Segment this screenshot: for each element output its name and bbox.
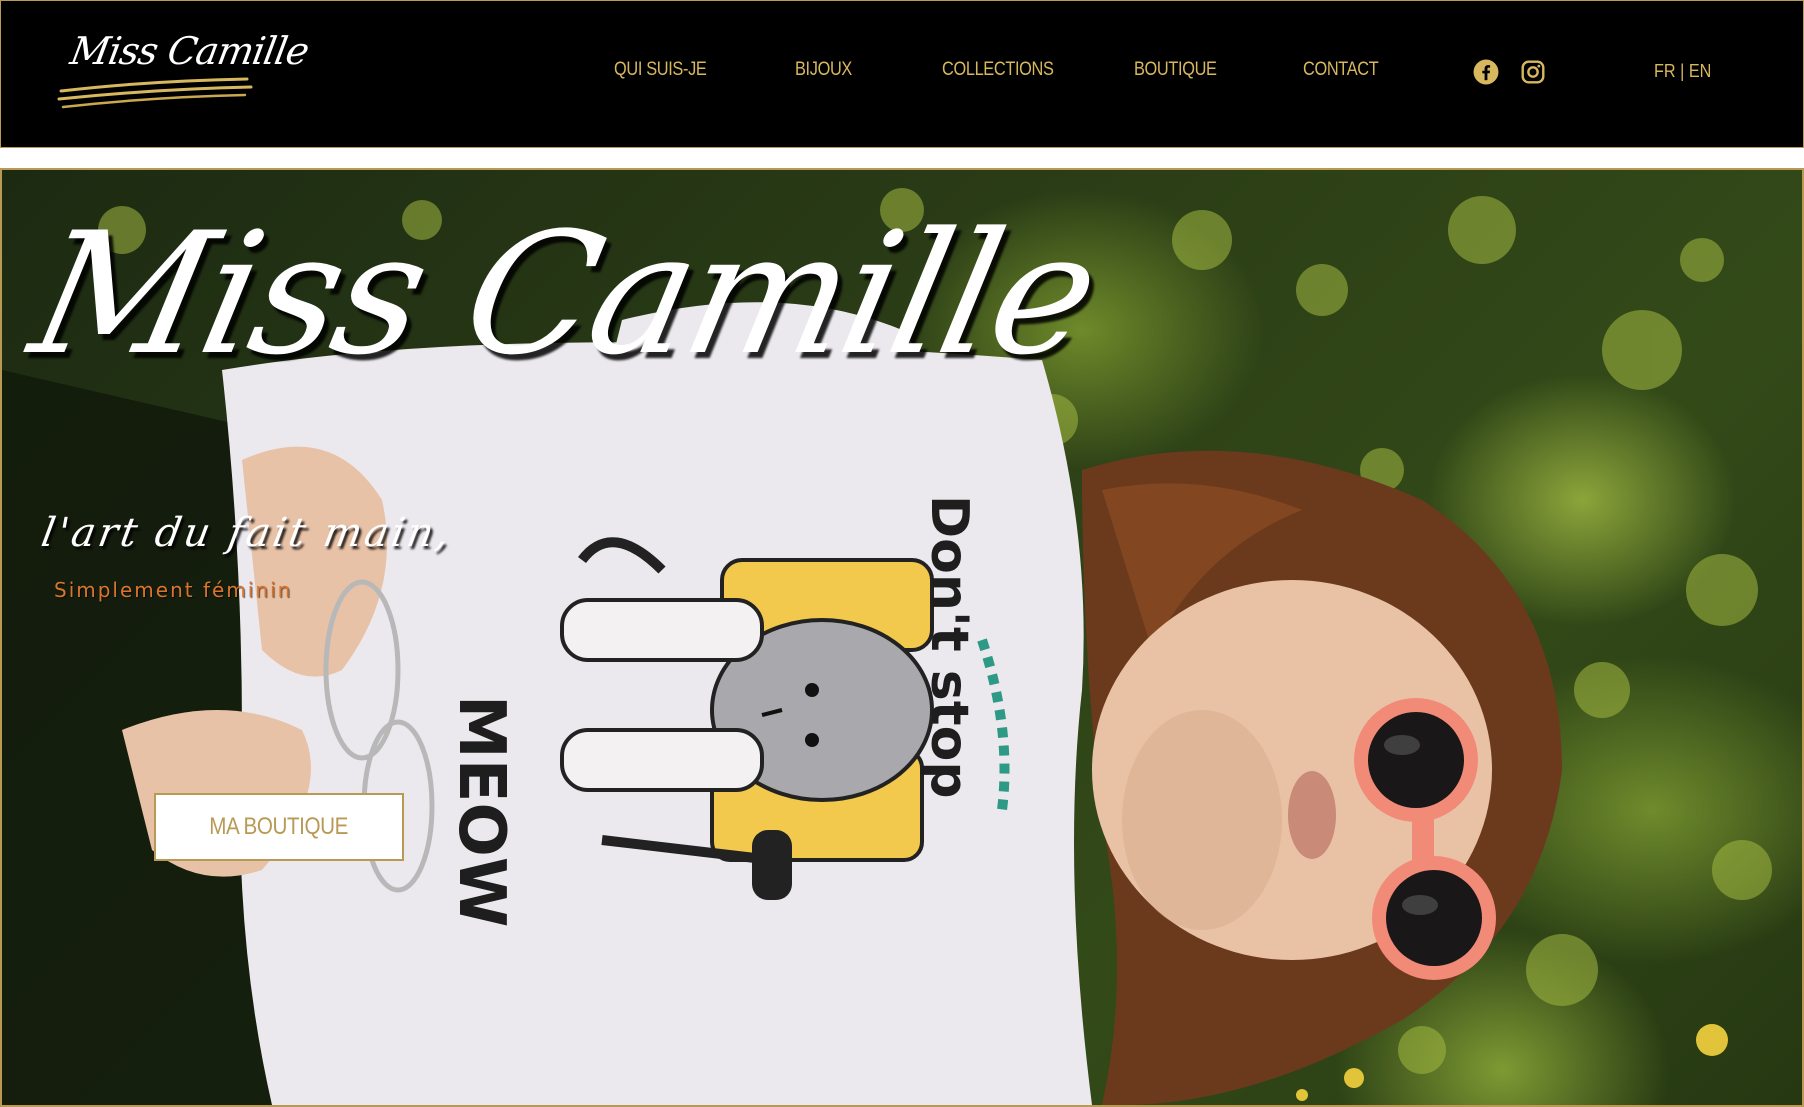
nav-boutique[interactable]: BOUTIQUE — [1134, 59, 1217, 81]
lang-en[interactable]: EN — [1689, 61, 1712, 81]
facebook-icon[interactable] — [1473, 59, 1499, 85]
nav-collections[interactable]: COLLECTIONS — [942, 59, 1054, 81]
site-header: Miss Camille QUI SUIS-JE BIJOUX COLLECTI… — [0, 0, 1804, 148]
ma-boutique-button[interactable]: MA BOUTIQUE — [154, 793, 404, 861]
nav-bijoux[interactable]: BIJOUX — [795, 59, 852, 81]
language-switcher: FR | EN — [1654, 61, 1711, 82]
site-logo[interactable]: Miss Camille — [57, 27, 312, 117]
instagram-icon[interactable] — [1520, 59, 1546, 85]
lang-fr[interactable]: FR — [1654, 61, 1676, 81]
lang-separator: | — [1675, 61, 1689, 81]
logo-underline-strokes — [57, 77, 253, 109]
hero-section: MEOW Don't stop Miss Camille l'art du fa… — [0, 168, 1804, 1107]
ma-boutique-button-label: MA BOUTIQUE — [209, 813, 349, 840]
hero-subtitle: Simplement féminin — [54, 578, 293, 602]
logo-text: Miss Camille — [67, 29, 312, 73]
hero-title: Miss Camille — [17, 196, 1112, 392]
hero-tagline: l'art du fait main, — [37, 510, 456, 556]
shirt-text-meow: MEOW — [444, 695, 518, 927]
nav-contact[interactable]: CONTACT — [1303, 59, 1379, 81]
shirt-text-dont-stop: Don't stop — [919, 495, 979, 799]
nav-qui-suis-je[interactable]: QUI SUIS-JE — [614, 59, 707, 81]
